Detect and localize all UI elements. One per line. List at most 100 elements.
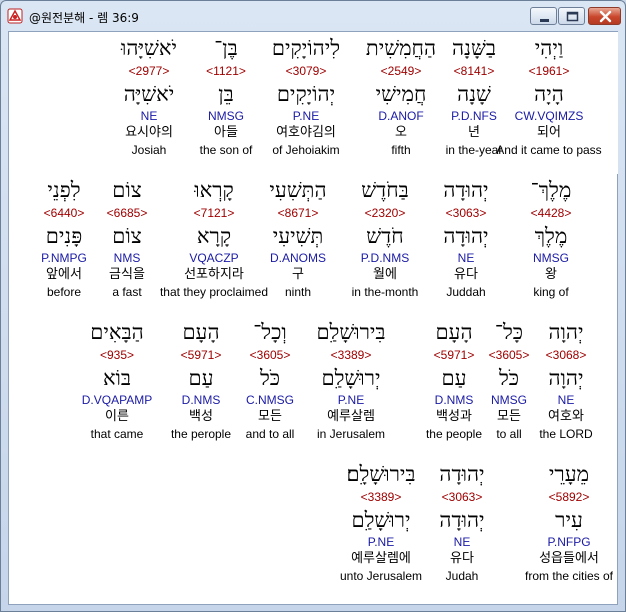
- word-lemma: יְהוּדָה: [439, 508, 485, 532]
- morph-code: P.NE: [337, 393, 365, 407]
- word-hebrew: בִּירוּשָׁלִַם: [316, 320, 386, 344]
- english-gloss: the son of: [199, 143, 253, 157]
- word-column[interactable]: וְכָל־ <3605> כֹּל C.NMSG 모든 and to all: [235, 318, 305, 442]
- title-bar[interactable]: @원전분해 - 렘 36:9: [1, 1, 625, 31]
- strong-number: <1121>: [206, 64, 246, 78]
- word-lemma: חֲמִישִׁי: [375, 82, 427, 106]
- word-hebrew: בַשָּׁנָה: [452, 36, 496, 60]
- word-column[interactable]: לִיהוֹיָקִים <3079> יְהוֹיָקִים P.NE 여호야김의 of…: [251, 34, 361, 158]
- english-gloss: the people: [425, 427, 483, 441]
- word-lemma: יְרוּשָׁלִַם: [321, 366, 381, 390]
- word-hebrew: בַּחֹדֶשׁ: [361, 178, 409, 202]
- korean-gloss: 예루살렘: [327, 409, 375, 424]
- english-gloss: before: [46, 285, 82, 299]
- english-gloss: in the-year: [445, 143, 503, 157]
- strong-number: <3079>: [285, 64, 327, 78]
- word-column[interactable]: הָעָם <5971> עַם D.NMS 백성과 the people: [415, 318, 493, 442]
- strong-number: <6440>: [43, 206, 85, 220]
- word-column[interactable]: הַבָּאִים <935> בּוֹא D.VQAPAMP 이른 that came: [65, 318, 169, 442]
- morph-code: D.ANOF: [378, 109, 424, 123]
- korean-gloss: 예루살렘에: [351, 551, 411, 566]
- word-lemma: פָּנִים: [45, 224, 83, 248]
- word-lemma: יְהוּדָה: [443, 224, 489, 248]
- english-gloss: of Jehoiakim: [272, 143, 340, 157]
- morph-code: NMSG: [533, 251, 569, 265]
- morph-code: P.D.NMS: [360, 251, 410, 265]
- word-lemma: יְהוֹיָקִים: [276, 82, 336, 106]
- window-title: @원전분해 - 렘 36:9: [29, 11, 139, 25]
- english-gloss: unto Jerusalem: [339, 569, 423, 583]
- maximize-button[interactable]: [558, 7, 585, 25]
- word-hebrew: לִפְנֵי: [47, 178, 81, 202]
- word-column[interactable]: הָעָם <5971> עַם D.NMS 백성 the perople: [161, 318, 241, 442]
- strong-number: <3063>: [441, 490, 483, 504]
- word-column[interactable]: בַשָּׁנָה <8141> שָׁנָה P.D.NFS 년 in the-year: [435, 34, 513, 158]
- word-lemma: יְהוָה: [548, 366, 584, 390]
- strong-number: <5892>: [548, 490, 590, 504]
- word-column[interactable]: יְהוּדָה <3063> יְהוּדָה NE 유다 Judah: [427, 460, 497, 584]
- word-hebrew: יֹאשִׁיָּהוּ: [121, 36, 177, 60]
- strong-number: <8141>: [453, 64, 495, 78]
- korean-gloss: 유다: [450, 551, 474, 566]
- word-column[interactable]: בִּירוּשָׁלִַם <3389> יְרוּשָׁלִַם P.NE 예루살렘…: [301, 318, 401, 442]
- word-hebrew: הָעָם: [435, 320, 473, 344]
- minimize-icon: [540, 19, 549, 22]
- word-hebrew: בִּירוּשָׁלִָם׃: [346, 462, 416, 486]
- word-column[interactable]: מֶלֶךְ־ <4428> מֶלֶךְ NMSG 왕 king of: [515, 176, 587, 300]
- morph-code: P.NE: [292, 109, 320, 123]
- word-hebrew: הַבָּאִים: [90, 320, 144, 344]
- word-lemma: כֹּל: [259, 366, 281, 390]
- english-gloss: Juddah: [446, 285, 486, 299]
- strong-number: <2977>: [128, 64, 170, 78]
- maximize-icon: [566, 11, 579, 22]
- english-gloss: in the-month: [351, 285, 419, 299]
- word-hebrew: יְהוּדָה: [443, 178, 489, 202]
- morph-code: D.VQAPAMP: [81, 393, 153, 407]
- word-column[interactable]: יֹאשִׁיָּהוּ <2977> יֹאשִׁיָּה NE 요시야의 Josiah: [100, 34, 198, 158]
- korean-gloss: 유다: [454, 267, 478, 282]
- morph-code: P.NMPG: [41, 251, 87, 265]
- word-column[interactable]: בַּחֹדֶשׁ <2320> חֹדֶשׁ P.D.NMS 월에 in the-mon…: [333, 176, 437, 300]
- interlinear-pane: וַיְהִי <1961> הָיָה CW.VQIMZS 되어 And it came…: [8, 31, 618, 605]
- close-button[interactable]: [588, 7, 621, 25]
- korean-gloss: 아들: [214, 125, 238, 140]
- english-gloss: Judah: [445, 569, 479, 583]
- close-icon: [599, 10, 612, 23]
- word-hebrew: הַחֲמִשִׁית: [365, 36, 437, 60]
- word-column[interactable]: לִפְנֵי <6440> פָּנִים P.NMPG 앞에서 before: [24, 176, 104, 300]
- word-hebrew: יְהוָה: [548, 320, 584, 344]
- english-gloss: fifth: [391, 143, 411, 157]
- morph-code: P.NE: [367, 535, 395, 549]
- word-hebrew: בֶּן־: [214, 36, 238, 60]
- english-gloss: the perople: [170, 427, 232, 441]
- strong-number: <3389>: [360, 490, 402, 504]
- minimize-button[interactable]: [530, 7, 557, 25]
- word-column[interactable]: יְהוָה <3068> יְהוָה NE 여호와 the LORD: [530, 318, 602, 442]
- strong-number: <4428>: [530, 206, 572, 220]
- morph-code: NE: [457, 251, 475, 265]
- word-column[interactable]: יְהוּדָה <3063> יְהוּדָה NE 유다 Juddah: [425, 176, 507, 300]
- word-column[interactable]: בֶּן־ <1121> בֵּן NMSG 아들 the son of: [188, 34, 264, 158]
- korean-gloss: 요시야의: [125, 125, 173, 140]
- word-column[interactable]: מֵעָרֵי <5892> עִיר P.NFPG 성읍들에서 from the cit…: [509, 460, 626, 584]
- english-gloss: in Jerusalem: [316, 427, 386, 441]
- korean-gloss: 백성과: [436, 409, 472, 424]
- word-column[interactable]: הַחֲמִשִׁית <2549> חֲמִישִׁי D.ANOF 오 fifth: [357, 34, 445, 158]
- word-column[interactable]: בִּירוּשָׁלִָם׃ <3389> יְרוּשָׁלִַם P.NE 예루살…: [326, 460, 436, 584]
- korean-gloss: 월에: [373, 267, 397, 282]
- morph-code: C.NMSG: [246, 393, 294, 407]
- morph-code: NE: [140, 109, 158, 123]
- english-gloss: Josiah: [131, 143, 167, 157]
- strong-number: <3068>: [545, 348, 587, 362]
- korean-gloss: 왕: [545, 267, 557, 282]
- korean-gloss: 오: [395, 125, 407, 140]
- word-lemma: יְרוּשָׁלִַם: [351, 508, 411, 532]
- strong-number: <2320>: [364, 206, 406, 220]
- word-hebrew: הָעָם: [182, 320, 220, 344]
- word-hebrew: לִיהוֹיָקִים: [271, 36, 341, 60]
- korean-gloss: 이른: [105, 409, 129, 424]
- strong-number: <935>: [99, 348, 135, 362]
- word-lemma: חֹדֶשׁ: [366, 224, 404, 248]
- morph-code: D.NMS: [434, 393, 474, 407]
- english-gloss: from the cities of: [524, 569, 614, 583]
